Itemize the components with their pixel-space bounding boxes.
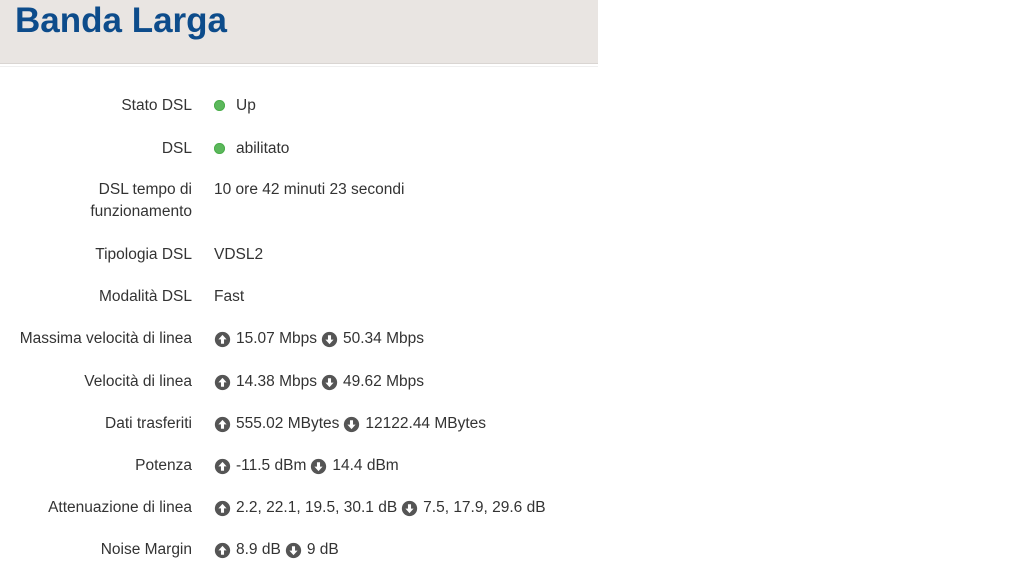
arrow-down-circle-icon xyxy=(285,542,302,559)
row-value: 10 ore 42 minuti 23 secondi xyxy=(214,179,404,201)
status-value: abilitato xyxy=(236,140,290,157)
row-label: Modalità DSL xyxy=(98,288,192,305)
upload-value: 15.07 Mbps xyxy=(236,330,317,347)
row-label: Stato DSL xyxy=(121,97,192,114)
row-value: 15.07 Mbps 50.34 Mbps xyxy=(214,328,424,350)
row-value: Up xyxy=(214,95,256,117)
uptime-value: 10 ore 42 minuti 23 secondi xyxy=(214,181,405,198)
row-label-line2: funzionamento xyxy=(90,203,192,220)
row-label: Massima velocità di linea xyxy=(19,330,192,347)
status-value: Up xyxy=(236,97,256,114)
row-label: Noise Margin xyxy=(100,541,192,558)
green-dot-icon xyxy=(214,99,225,111)
download-value: 12122.44 MBytes xyxy=(365,415,487,432)
arrow-up-circle-icon xyxy=(214,500,231,517)
download-value: 50.34 Mbps xyxy=(343,330,424,347)
row-value: 2.2, 22.1, 19.5, 30.1 dB 7.5, 17.9, 29.6… xyxy=(214,497,546,519)
arrow-up-circle-icon xyxy=(214,374,231,391)
green-dot-icon xyxy=(214,142,225,154)
upload-value: -11.5 dBm xyxy=(236,457,307,474)
mode-value: Fast xyxy=(214,288,245,305)
row-label-line1: DSL tempo di xyxy=(98,181,192,198)
arrow-up-circle-icon xyxy=(214,416,231,433)
arrow-down-circle-icon xyxy=(401,500,418,517)
row-value: VDSL2 xyxy=(214,244,263,266)
row-label: DSL xyxy=(161,140,192,157)
arrow-up-circle-icon xyxy=(214,542,231,559)
upload-value: 8.9 dB xyxy=(236,541,281,558)
upload-value: 555.02 MBytes xyxy=(236,415,340,432)
row-value: 8.9 dB 9 dB xyxy=(214,539,339,561)
row-label: Velocità di linea xyxy=(84,373,192,390)
upload-value: 2.2, 22.1, 19.5, 30.1 dB xyxy=(236,499,398,516)
row-label: Dati trasferiti xyxy=(105,415,192,432)
row-value: abilitato xyxy=(214,138,289,160)
download-value: 9 dB xyxy=(306,541,339,558)
page-title: Banda Larga xyxy=(15,1,227,40)
page-header: Banda Larga xyxy=(0,0,598,64)
type-value: VDSL2 xyxy=(214,246,264,263)
row-value: Fast xyxy=(214,286,244,308)
arrow-down-circle-icon xyxy=(321,331,338,348)
row-label: Attenuazione di linea xyxy=(48,499,192,516)
download-value: 49.62 Mbps xyxy=(343,373,424,390)
row-label: DSL tempo di funzionamento xyxy=(12,179,192,223)
download-value: 7.5, 17.9, 29.6 dB xyxy=(423,499,546,516)
row-value: 555.02 MBytes 12122.44 MBytes xyxy=(214,413,486,435)
download-value: 14.4 dBm xyxy=(332,457,399,474)
arrow-up-circle-icon xyxy=(214,458,231,475)
header-divider xyxy=(0,66,598,67)
upload-value: 14.38 Mbps xyxy=(236,373,317,390)
arrow-down-circle-icon xyxy=(343,416,360,433)
row-value: -11.5 dBm 14.4 dBm xyxy=(214,455,399,477)
arrow-down-circle-icon xyxy=(321,374,338,391)
row-value: 14.38 Mbps 49.62 Mbps xyxy=(214,371,424,393)
arrow-down-circle-icon xyxy=(310,458,327,475)
arrow-up-circle-icon xyxy=(214,331,231,348)
row-label: Tipologia DSL xyxy=(95,246,192,263)
row-label: Potenza xyxy=(135,457,192,474)
